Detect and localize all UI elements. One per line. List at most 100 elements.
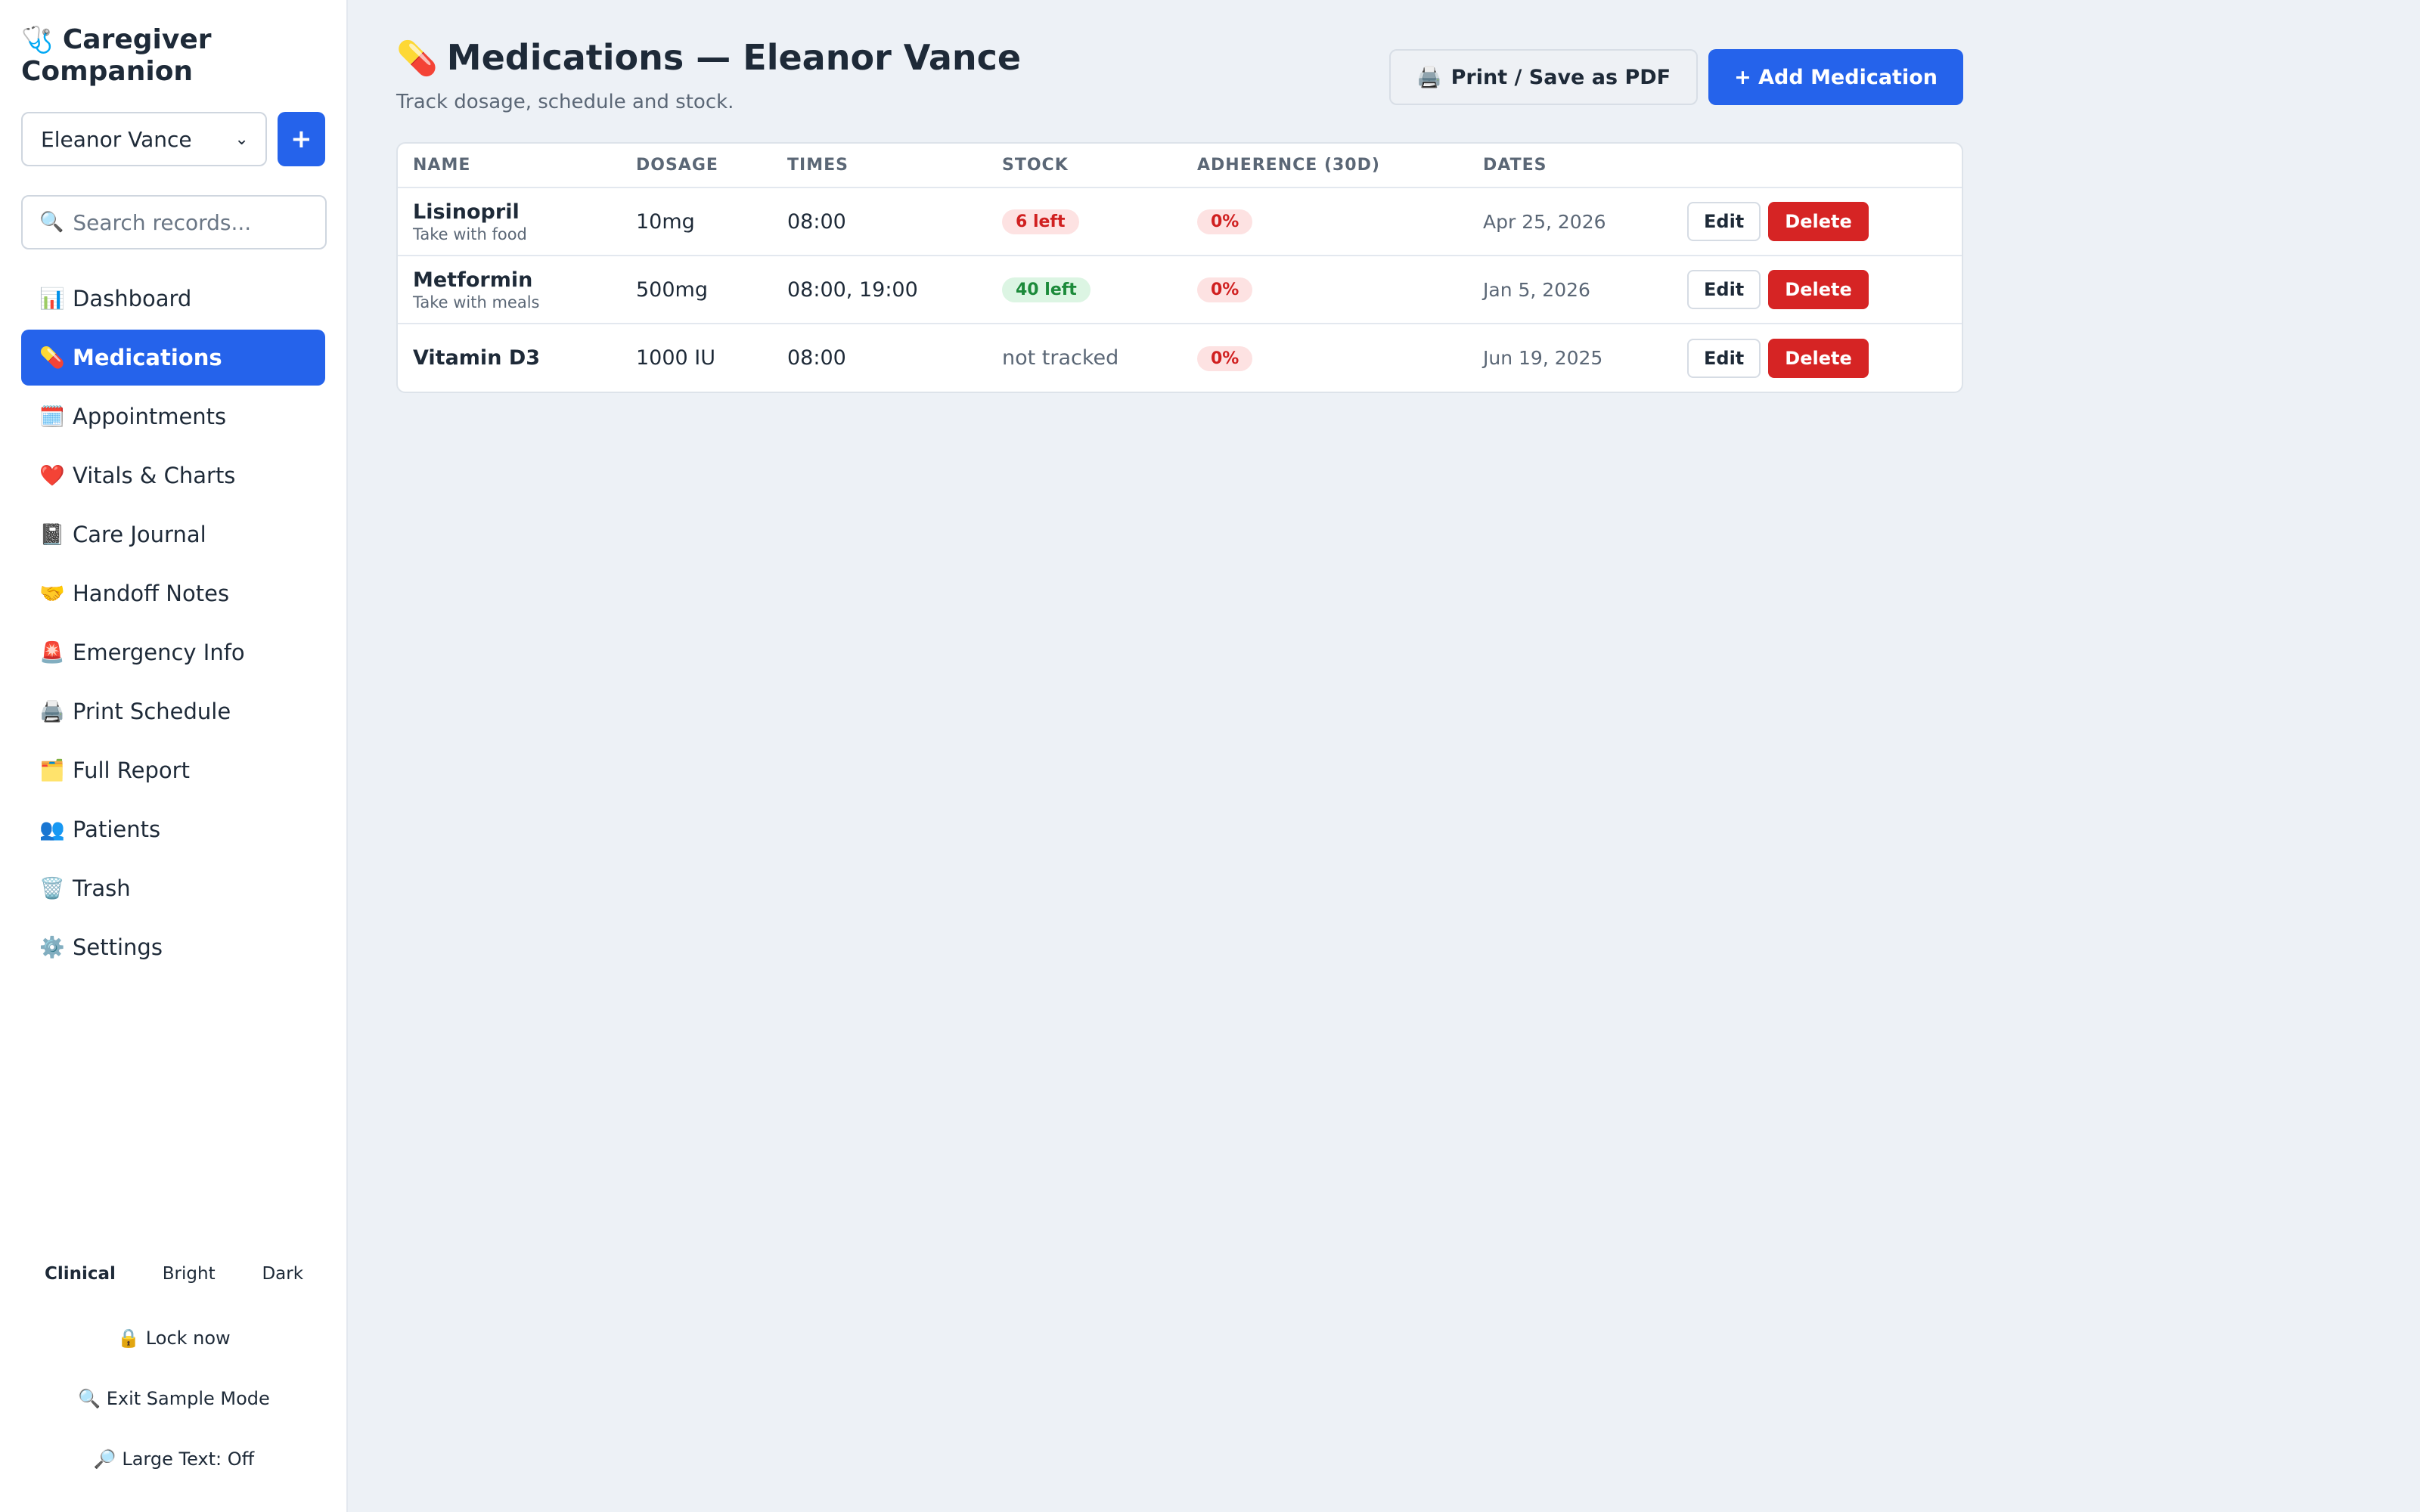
edit-button[interactable]: Edit [1687, 338, 1761, 378]
app-brand: 🩺 Caregiver Companion [21, 24, 325, 88]
search-input[interactable]: 🔍 Search records... [21, 195, 327, 249]
cell-actions: Edit Delete [1672, 324, 1962, 392]
column-header-name[interactable]: NAME [398, 144, 621, 188]
sidebar-item-handoff-notes[interactable]: 🤝 Handoff Notes [21, 565, 325, 621]
medications-table: NAME DOSAGE TIMES STOCK ADHERENCE (30D) … [398, 144, 1962, 392]
cell-name: Vitamin D3 [398, 324, 621, 392]
table-row: Lisinopril Take with food 10mg 08:00 6 left 0… [398, 187, 1962, 256]
dashboard-nav-icon: 📊 [39, 287, 65, 311]
sidebar-item-label: Patients [73, 816, 161, 842]
sidebar-item-label: Trash [73, 875, 131, 901]
header-actions: 🖨️ Print / Save as PDF + Add Medication [1389, 49, 1963, 105]
print-schedule-nav-icon: 🖨️ [39, 700, 65, 723]
sidebar-item-settings[interactable]: ⚙️ Settings [21, 919, 325, 975]
cell-actions: Edit Delete [1672, 187, 1962, 256]
table-header-row: NAME DOSAGE TIMES STOCK ADHERENCE (30D) … [398, 144, 1962, 188]
cell-dosage: 500mg [621, 256, 772, 324]
column-header-stock[interactable]: STOCK [987, 144, 1182, 188]
sidebar-item-trash[interactable]: 🗑️ Trash [21, 860, 325, 916]
cell-name: Lisinopril Take with food [398, 187, 621, 256]
medication-name: Vitamin D3 [413, 346, 541, 370]
vitals-and-charts-nav-icon: ❤️ [39, 464, 65, 488]
cell-adherence: 0% [1182, 187, 1468, 256]
search-placeholder: Search records... [73, 209, 252, 235]
chevron-down-icon: ⌄ [234, 129, 249, 149]
cell-dosage: 10mg [621, 187, 772, 256]
sidebar-item-label: Appointments [73, 404, 227, 429]
medication-name: Lisinopril [413, 200, 520, 224]
emergency-info-nav-icon: 🚨 [39, 641, 65, 665]
lock-now-button[interactable]: 🔒 Lock now [21, 1328, 327, 1349]
column-header-adherence[interactable]: ADHERENCE (30D) [1182, 144, 1468, 188]
add-patient-button[interactable]: + [277, 112, 325, 166]
adherence-badge: 0% [1197, 345, 1253, 371]
adherence-badge: 0% [1197, 209, 1253, 234]
sidebar: 🩺 Caregiver Companion Eleanor Vance ⌄ + … [0, 0, 348, 1512]
sidebar-item-label: Handoff Notes [73, 581, 230, 606]
cell-actions: Edit Delete [1672, 256, 1962, 324]
cell-dosage: 1000 IU [636, 346, 716, 370]
care-journal-nav-icon: 📓 [39, 523, 65, 547]
edit-button[interactable]: Edit [1687, 202, 1761, 241]
sidebar-item-label: Medications [73, 345, 222, 370]
column-header-dates[interactable]: DATES [1468, 144, 1672, 188]
cell-stock: not tracked [987, 324, 1182, 392]
theme-clinical[interactable]: Clinical [45, 1264, 116, 1284]
adherence-badge: 0% [1197, 277, 1253, 302]
medications-table-body: Lisinopril Take with food 10mg 08:00 6 left 0… [398, 187, 1962, 392]
full-report-nav-icon: 🗂️ [39, 759, 65, 782]
stock-badge: 6 left [1002, 209, 1079, 234]
table-row: Metformin Take with meals 500mg 08:00, 19:0… [398, 256, 1962, 324]
cell-date: Apr 25, 2026 [1468, 187, 1672, 256]
sidebar-item-full-report[interactable]: 🗂️ Full Report [21, 742, 325, 798]
print-pdf-button[interactable]: 🖨️ Print / Save as PDF [1389, 49, 1699, 105]
medication-note: Take with food [413, 225, 527, 243]
handoff-notes-nav-icon: 🤝 [39, 582, 65, 606]
delete-button[interactable]: Delete [1768, 202, 1869, 241]
sidebar-item-print-schedule[interactable]: 🖨️ Print Schedule [21, 683, 325, 739]
patient-select-value: Eleanor Vance [41, 126, 192, 152]
sidebar-item-vitals-and-charts[interactable]: ❤️ Vitals & Charts [21, 448, 325, 503]
pill-icon: 💊 [396, 39, 438, 78]
page-title-text: Medications — Eleanor Vance [446, 37, 1022, 78]
medications-nav-icon: 💊 [39, 346, 65, 370]
table-row: Vitamin D3 1000 IU 08:00 not tracked 0% Jun 1… [398, 324, 1962, 392]
patient-select[interactable]: Eleanor Vance ⌄ [21, 112, 267, 166]
patients-nav-icon: 👥 [39, 818, 65, 841]
sidebar-item-label: Full Report [73, 758, 190, 783]
sidebar-item-emergency-info[interactable]: 🚨 Emergency Info [21, 624, 325, 680]
exit-sample-mode-button[interactable]: 🔍 Exit Sample Mode [21, 1388, 327, 1409]
column-header-dosage[interactable]: DOSAGE [621, 144, 772, 188]
cell-date: Jun 19, 2025 [1483, 347, 1603, 369]
medication-note: Take with meals [413, 293, 540, 311]
cell-times: 08:00 [787, 346, 846, 370]
large-text-toggle[interactable]: 🔎 Large Text: Off [21, 1448, 327, 1470]
add-medication-button[interactable]: + Add Medication [1708, 49, 1963, 105]
appointments-nav-icon: 🗓️ [39, 405, 65, 429]
stock-badge: not tracked [1002, 346, 1119, 370]
column-header-actions [1672, 144, 1962, 188]
delete-button[interactable]: Delete [1768, 270, 1869, 309]
stethoscope-icon: 🩺 [21, 25, 54, 55]
theme-dark[interactable]: Dark [262, 1264, 303, 1284]
column-header-times[interactable]: TIMES [772, 144, 987, 188]
main-content: 💊 Medications — Eleanor Vance Track dosag… [396, 36, 1963, 393]
cell-name: Metformin Take with meals [398, 256, 621, 324]
cell-times: 08:00 [772, 187, 987, 256]
cell-stock: 6 left [987, 187, 1182, 256]
sidebar-item-dashboard[interactable]: 📊 Dashboard [21, 271, 325, 327]
medications-table-card: NAME DOSAGE TIMES STOCK ADHERENCE (30D) … [396, 142, 1963, 393]
sidebar-nav: 📊 Dashboard 💊 Medications 🗓️ Appointments ❤️ Vi… [21, 271, 325, 975]
delete-button[interactable]: Delete [1768, 338, 1869, 378]
sidebar-item-medications[interactable]: 💊 Medications [21, 330, 325, 386]
sidebar-item-label: Print Schedule [73, 699, 231, 724]
sidebar-item-label: Vitals & Charts [73, 463, 236, 488]
settings-nav-icon: ⚙️ [39, 936, 65, 959]
sidebar-item-care-journal[interactable]: 📓 Care Journal [21, 507, 325, 562]
print-pdf-label: Print / Save as PDF [1450, 65, 1671, 89]
theme-bright[interactable]: Bright [163, 1264, 216, 1284]
sidebar-item-patients[interactable]: 👥 Patients [21, 801, 325, 857]
trash-nav-icon: 🗑️ [39, 877, 65, 900]
sidebar-item-appointments[interactable]: 🗓️ Appointments [21, 389, 325, 445]
edit-button[interactable]: Edit [1687, 270, 1761, 309]
